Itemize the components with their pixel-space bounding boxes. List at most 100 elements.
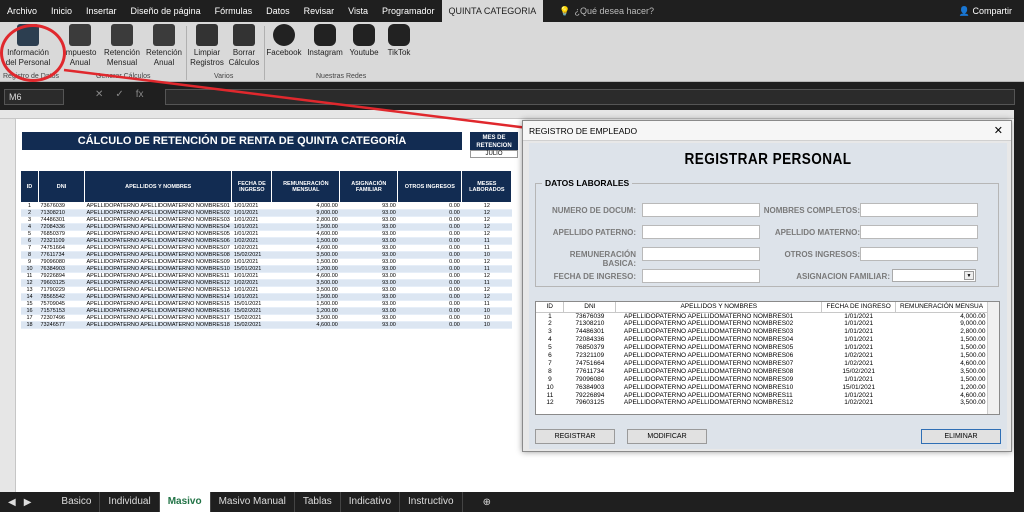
list-cell: 4,600.00 (960, 391, 986, 399)
list-item[interactable]: 8 77611734 APELLIDOPATERNO APELLIDOMATERNO… (536, 368, 988, 376)
list-cell: APELLIDOPATERNO APELLIDOMATERNO NOMBRES0… (623, 359, 794, 367)
list-cell: 79096080 (575, 375, 605, 383)
list-header-nombres: APELLIDOS Y NOMBRES (615, 302, 823, 313)
list-cell: 73676039 (575, 312, 605, 320)
list-cell: 1/02/2021 (844, 352, 874, 360)
label-remuneracion-basica: REMUNERACIÓN BASICA: (569, 250, 636, 268)
list-cell: 1/02/2021 (844, 359, 874, 367)
list-cell: 79226894 (575, 391, 605, 399)
list-cell: 1/01/2021 (844, 391, 874, 399)
label-numero-docum: NUMERO DE DOCUM: (552, 206, 636, 215)
list-cell: APELLIDOPATERNO APELLIDOMATERNO NOMBRES0… (623, 352, 794, 360)
list-cell: 3,500.00 (960, 367, 986, 375)
label-fecha-ingreso: FECHA DE INGRESO: (553, 272, 636, 281)
list-cell: APELLIDOPATERNO APELLIDOMATERNO NOMBRES0… (623, 328, 794, 336)
list-item[interactable]: 12 79603125 APELLIDOPATERNO APELLIDOMATERN… (536, 399, 988, 407)
label-apellido-materno: APELLIDO MATERNO: (774, 228, 860, 237)
datos-laborales-section: DATOS LABORALES NUMERO DE DOCUM: NOMBRES… (535, 178, 999, 287)
list-cell: APELLIDOPATERNO APELLIDOMATERNO NOMBRES1… (623, 383, 794, 391)
list-cell: 77611734 (575, 367, 605, 375)
list-cell: 1/01/2021 (844, 320, 874, 328)
apellido-paterno-input[interactable] (642, 225, 760, 239)
nombres-completos-input[interactable] (860, 203, 978, 217)
list-item[interactable]: 10 76384903 APELLIDOPATERNO APELLIDOMATERN… (536, 384, 988, 392)
list-item[interactable]: 3 74486301 APELLIDOPATERNO APELLIDOMATERNO… (536, 328, 988, 336)
remuneracion-basica-input[interactable] (642, 247, 760, 261)
label-apellido-paterno: APELLIDO PATERNO: (552, 228, 636, 237)
list-cell: 1,500.00 (960, 336, 986, 344)
list-cell: 15/02/2021 (842, 367, 875, 375)
list-cell: 10 (546, 383, 554, 391)
list-cell: 6 (548, 352, 552, 360)
list-cell: APELLIDOPATERNO APELLIDOMATERNO NOMBRES0… (623, 320, 794, 328)
list-cell: 4,000.00 (960, 312, 986, 320)
dialog-body: REGISTRAR PERSONAL DATOS LABORALES NUMER… (529, 143, 1007, 449)
list-cell: 9 (548, 375, 552, 383)
list-cell: 3 (548, 328, 552, 336)
label-nombres-completos: NOMBRES COMPLETOS: (763, 206, 860, 215)
list-cell: 74486301 (575, 328, 605, 336)
list-cell: APELLIDOPATERNO APELLIDOMATERNO NOMBRES1… (623, 399, 794, 407)
list-cell: 72321109 (575, 352, 605, 360)
list-cell: APELLIDOPATERNO APELLIDOMATERNO NOMBRES0… (623, 336, 794, 344)
list-cell: 74751664 (575, 359, 605, 367)
otros-ingresos-input[interactable] (860, 247, 978, 261)
chevron-down-icon[interactable]: ▼ (964, 271, 974, 280)
fecha-ingreso-input[interactable] (642, 269, 760, 283)
list-item[interactable]: 11 79226894 APELLIDOPATERNO APELLIDOMATERN… (536, 392, 988, 400)
listbox-table: ID DNI APELLIDOS Y NOMBRES FECHA DE INGR… (536, 302, 988, 407)
list-header-dni: DNI (563, 302, 617, 313)
registrar-button[interactable]: REGISTRAR (535, 429, 615, 444)
eliminar-button[interactable]: ELIMINAR (921, 429, 1001, 444)
registro-empleado-dialog: REGISTRO DE EMPLEADO ✕ REGISTRAR PERSONA… (522, 120, 1012, 452)
list-cell: 76384903 (575, 383, 605, 391)
list-cell: 15/01/2021 (842, 383, 875, 391)
section-legend: DATOS LABORALES (542, 178, 633, 188)
label-otros-ingresos: OTROS INGRESOS: (784, 250, 860, 259)
asignacion-familiar-select[interactable]: ▼ (892, 269, 976, 282)
list-cell: 1/01/2021 (844, 328, 874, 336)
dialog-heading: REGISTRAR PERSONAL (684, 151, 852, 168)
list-item[interactable]: 2 71308210 APELLIDOPATERNO APELLIDOMATERNO… (536, 320, 988, 328)
list-item[interactable]: 4 72084336 APELLIDOPATERNO APELLIDOMATERNO… (536, 336, 988, 344)
list-cell: 12 (546, 399, 554, 407)
label-asignacion-familiar: ASIGNACION FAMILIAR: (796, 272, 890, 281)
close-icon[interactable]: ✕ (994, 121, 1003, 141)
list-item[interactable]: 9 79096080 APELLIDOPATERNO APELLIDOMATERNO… (536, 376, 988, 384)
list-item[interactable]: 1 73676039 APELLIDOPATERNO APELLIDOMATERNO… (536, 312, 988, 320)
list-cell: 11 (546, 391, 554, 399)
list-cell: 2 (548, 320, 552, 328)
list-cell: 1 (548, 312, 552, 320)
list-item[interactable]: 7 74751664 APELLIDOPATERNO APELLIDOMATERNO… (536, 360, 988, 368)
list-cell: 5 (548, 344, 552, 352)
list-cell: 1,500.00 (960, 344, 986, 352)
list-cell: 1,500.00 (960, 352, 986, 360)
list-cell: APELLIDOPATERNO APELLIDOMATERNO NOMBRES0… (623, 312, 794, 320)
list-cell: 72084336 (575, 336, 605, 344)
list-item[interactable]: 5 76850379 APELLIDOPATERNO APELLIDOMATERNO… (536, 344, 988, 352)
list-cell: 79603125 (575, 399, 605, 407)
apellido-materno-input[interactable] (860, 225, 978, 239)
list-item[interactable]: 6 72321109 APELLIDOPATERNO APELLIDOMATERNO… (536, 352, 988, 360)
modificar-button[interactable]: MODIFICAR (627, 429, 707, 444)
list-header-remuneracion: REMUNERACIÓN MENSUA (895, 302, 988, 313)
employee-listbox[interactable]: ID DNI APELLIDOS Y NOMBRES FECHA DE INGR… (535, 301, 1000, 415)
list-cell: 1,200.00 (960, 383, 986, 391)
list-cell: 9,000.00 (960, 320, 986, 328)
listbox-scrollbar[interactable] (987, 302, 999, 414)
list-cell: 1/01/2021 (844, 336, 874, 344)
list-cell: 1/02/2021 (844, 399, 874, 407)
list-cell: 8 (548, 367, 552, 375)
list-header-fecha: FECHA DE INGRESO (821, 302, 897, 313)
dialog-title: REGISTRO DE EMPLEADO (529, 126, 638, 136)
list-cell: 7 (548, 359, 552, 367)
list-cell: 1/01/2021 (844, 344, 874, 352)
list-header-id: ID (536, 302, 565, 313)
list-cell: 1,500.00 (960, 375, 986, 383)
numero-docum-input[interactable] (642, 203, 760, 217)
list-cell: 4 (548, 336, 552, 344)
list-cell: 1/01/2021 (844, 312, 874, 320)
list-cell: APELLIDOPATERNO APELLIDOMATERNO NOMBRES0… (623, 375, 794, 383)
dialog-titlebar: REGISTRO DE EMPLEADO ✕ (523, 121, 1011, 141)
list-cell: APELLIDOPATERNO APELLIDOMATERNO NOMBRES1… (623, 391, 793, 399)
